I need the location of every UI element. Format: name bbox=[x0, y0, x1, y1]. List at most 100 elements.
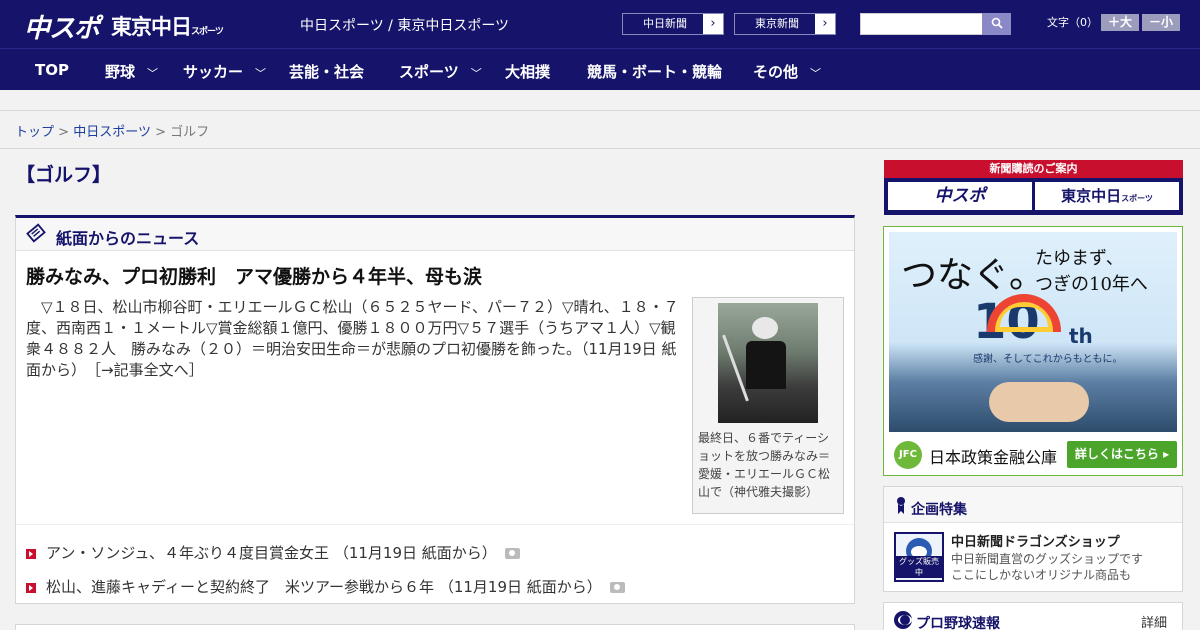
breadcrumb-top[interactable]: トップ bbox=[15, 125, 54, 140]
related-news-title: アン・ソンジュ、４年ぶり４度目賞金女王 （11月19日 紙面から） bbox=[46, 544, 497, 562]
photo-club-shape bbox=[722, 334, 749, 402]
chunichi-sports-logo[interactable]: 中スポ bbox=[24, 8, 100, 45]
ribbon-icon bbox=[897, 497, 905, 514]
feature-section-label: 企画特集 bbox=[911, 502, 967, 518]
tokyo-chunichi-sports-logo[interactable]: 東京中日スポーツ bbox=[111, 11, 224, 41]
top-bar: 中スポ 東京中日スポーツ 中日スポーツ / 東京中日スポーツ 中日新聞 › 東京… bbox=[0, 0, 1200, 48]
shop-badge: グッズ販売中 bbox=[896, 556, 942, 578]
nav-item-sumo[interactable]: 大相撲 bbox=[505, 61, 550, 82]
play-bullet-icon bbox=[26, 582, 36, 593]
jfc-logo: JFC bbox=[894, 441, 922, 469]
subscription-banner-title: 新聞購読のご案内 bbox=[884, 160, 1183, 178]
nav-label: サッカー bbox=[183, 63, 244, 81]
shop-desc-line: 中日新聞直営のグッズショップです bbox=[951, 552, 1144, 566]
news-photo-box: 最終日、６番でティーショットを放つ勝みなみ＝愛媛・エリエールＧＣ松山で（神代雅夫… bbox=[692, 297, 844, 514]
chevron-down-icon: ﹀ bbox=[810, 67, 822, 80]
chevron-down-icon: ﹀ bbox=[470, 67, 482, 80]
baseball-icon bbox=[894, 611, 912, 629]
nav-item-top[interactable]: TOP bbox=[35, 61, 69, 79]
related-news-item[interactable]: 松山、進藤キャディーと契約終了 米ツアー参戦から６年 （11月19日 紙面から） bbox=[26, 576, 625, 597]
nav-label: TOP bbox=[35, 61, 69, 79]
logo-secondary-text: 東京中日 bbox=[111, 15, 192, 39]
advertisement[interactable]: つなぐ。 たゆまず、 つぎの10年へ 10 th 感謝、そしてこれからもともに。 … bbox=[883, 226, 1183, 476]
breadcrumb-separator: > bbox=[155, 125, 166, 140]
ad-details-button[interactable]: 詳しくはこちら ▸ bbox=[1067, 441, 1177, 468]
subscription-banner: 新聞購読のご案内 中スポ 東京中日スポーツ bbox=[884, 160, 1183, 215]
feature-section: 企画特集 グッズ販売中 中日新聞ドラゴンズショップ 中日新聞直営のグッズショップ… bbox=[883, 486, 1183, 592]
related-news-item[interactable]: アン・ソンジュ、４年ぶり４度目賞金女王 （11月19日 紙面から） bbox=[26, 542, 520, 563]
breadcrumb-chunichi-sports[interactable]: 中日スポーツ bbox=[73, 125, 151, 140]
search-icon bbox=[991, 17, 1003, 29]
feature-section-header: 企画特集 bbox=[884, 487, 1182, 523]
link-label: 東京新聞 bbox=[755, 17, 799, 30]
nav-label: その他 bbox=[753, 63, 799, 81]
camera-icon bbox=[504, 548, 520, 559]
dragons-shop-description: 中日新聞直営のグッズショップです ここにしかないオリジナル商品も bbox=[951, 551, 1143, 583]
chevron-down-icon: ﹀ bbox=[255, 67, 267, 80]
news-headline[interactable]: 勝みなみ、プロ初勝利 アマ優勝から４年半、母も涙 bbox=[26, 262, 482, 289]
news-section-label: 紙面からのニュース bbox=[56, 229, 200, 248]
ad-footer: JFC 日本政策金融公庫 詳しくはこちら ▸ bbox=[889, 435, 1177, 469]
tokyo-shimbun-link[interactable]: 東京新聞 › bbox=[734, 13, 836, 35]
divider bbox=[0, 148, 1200, 149]
dragons-shop-link[interactable]: 中日新聞ドラゴンズショップ bbox=[951, 531, 1120, 550]
nav-item-entertainment[interactable]: 芸能・社会 bbox=[289, 61, 364, 82]
nav-label: 野球 bbox=[105, 63, 136, 81]
ad-headline-large: つなぐ。 bbox=[901, 255, 1046, 296]
search-input[interactable] bbox=[860, 13, 983, 35]
main-nav: TOP 野球 ﹀ サッカー ﹀ 芸能・社会 スポーツ ﹀ 大相撲 競馬・ボート・競輪 … bbox=[0, 48, 1200, 90]
ad-headline-small: たゆまず、つぎの10年へ bbox=[1035, 246, 1148, 298]
search-button[interactable] bbox=[982, 13, 1011, 35]
newspaper-icon bbox=[26, 223, 46, 243]
photo-body-shape bbox=[746, 341, 786, 389]
subscribe-btn-label: 東京中日 bbox=[1061, 187, 1122, 205]
chevron-down-icon: ﹀ bbox=[147, 67, 159, 80]
camera-icon bbox=[609, 582, 625, 593]
nav-label: 競馬・ボート・競輪 bbox=[587, 63, 723, 81]
play-bullet-icon bbox=[26, 548, 36, 559]
nav-label: 芸能・社会 bbox=[289, 63, 365, 81]
breadcrumb: トップ > 中日スポーツ > ゴルフ bbox=[15, 121, 209, 140]
chevron-right-icon: › bbox=[815, 14, 835, 34]
font-size-increase-button[interactable]: ＋大 bbox=[1101, 14, 1139, 31]
logo-secondary-small: スポーツ bbox=[191, 27, 224, 37]
ad-org-name: 日本政策金融公庫 bbox=[929, 448, 1058, 467]
ad-tagline: 感謝、そしてこれからもともに。 bbox=[973, 354, 1123, 365]
pro-baseball-detail-link[interactable]: 詳細 > bbox=[1141, 612, 1182, 630]
breadcrumb-separator: > bbox=[58, 125, 70, 140]
news-photo[interactable] bbox=[718, 303, 818, 423]
news-section-header: 紙面からのニュース bbox=[16, 218, 854, 251]
nav-label: スポーツ bbox=[399, 63, 459, 81]
ad-image: つなぐ。 たゆまず、 つぎの10年へ 10 th 感謝、そしてこれからもともに。 bbox=[889, 232, 1177, 432]
subscribe-chunichi-sports-button[interactable]: 中スポ bbox=[888, 182, 1032, 210]
nav-item-keiba[interactable]: 競馬・ボート・競輪 bbox=[587, 61, 722, 82]
pro-baseball-section: プロ野球速報 詳細 > bbox=[883, 602, 1183, 630]
nav-item-soccer[interactable]: サッカー ﹀ bbox=[183, 61, 266, 82]
ad-headline-line: つぎの10年へ bbox=[1035, 274, 1148, 295]
news-section: 紙面からのニュース 勝みなみ、プロ初勝利 アマ優勝から４年半、母も涙 ▽１８日、… bbox=[15, 215, 855, 604]
read-more-link[interactable]: ［→記事全文へ］ bbox=[94, 361, 204, 379]
font-size-label: 文字（0） bbox=[1047, 16, 1098, 29]
breadcrumb-current: ゴルフ bbox=[170, 125, 210, 140]
chevron-right-icon: › bbox=[703, 14, 723, 34]
related-news-title: 松山、進藤キャディーと契約終了 米ツアー参戦から６年 （11月19日 紙面から） bbox=[46, 578, 602, 596]
link-label: 中日新聞 bbox=[643, 17, 687, 30]
site-caption: 中日スポーツ / 東京中日スポーツ bbox=[300, 18, 510, 34]
chunichi-shimbun-link[interactable]: 中日新聞 › bbox=[622, 13, 724, 35]
photo-caption: 最終日、６番でティーショットを放つ勝みなみ＝愛媛・エリエールＧＣ松山で（神代雅夫… bbox=[698, 431, 831, 499]
dragons-shop-icon[interactable]: グッズ販売中 bbox=[894, 532, 944, 582]
ad-headline-line: たゆまず、 bbox=[1035, 248, 1124, 269]
nav-item-baseball[interactable]: 野球 ﹀ bbox=[105, 61, 158, 82]
divider bbox=[16, 524, 854, 525]
shop-desc-line: ここにしかないオリジナル商品も bbox=[951, 568, 1132, 582]
photo-head-shape bbox=[752, 317, 778, 339]
next-section bbox=[15, 624, 855, 630]
subscribe-tokyo-chunichi-button[interactable]: 東京中日スポーツ bbox=[1035, 182, 1179, 210]
ad-th-suffix: th bbox=[1069, 324, 1093, 348]
font-size-decrease-button[interactable]: －小 bbox=[1142, 14, 1180, 31]
nav-item-sports[interactable]: スポーツ ﹀ bbox=[399, 61, 482, 82]
handshake-shape bbox=[989, 382, 1089, 422]
nav-item-other[interactable]: その他 ﹀ bbox=[753, 61, 821, 82]
nav-label: 大相撲 bbox=[505, 63, 551, 81]
subscribe-btn-small: スポーツ bbox=[1121, 194, 1153, 203]
